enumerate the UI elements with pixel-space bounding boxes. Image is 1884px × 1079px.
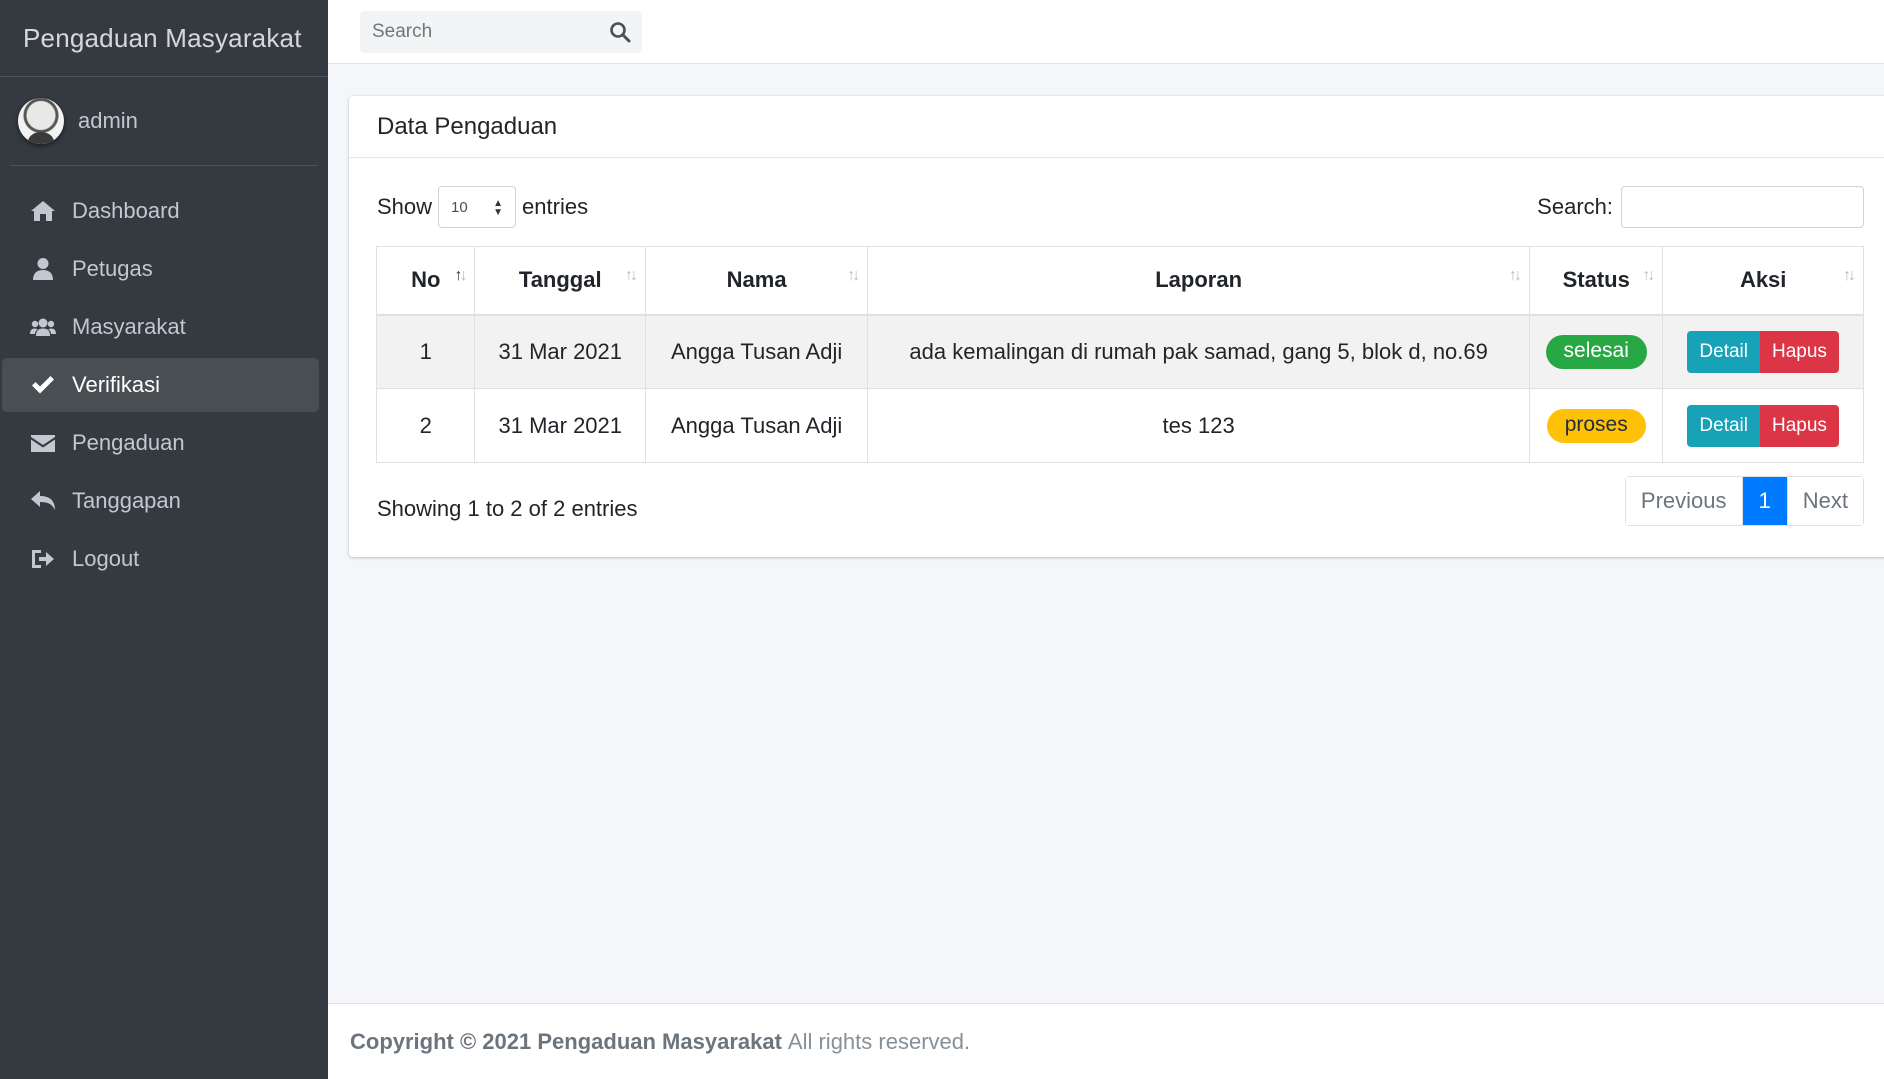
sort-icon: ↑↓ [1642,267,1655,284]
user-icon [28,257,58,281]
cell-nama: Angga Tusan Adji [645,314,869,389]
column-header-status[interactable]: Status ↑↓ [1529,246,1664,316]
cell-tanggal: 31 Mar 2021 [474,314,647,389]
pagination-page-1[interactable]: 1 [1741,477,1787,525]
select-arrows-icon: ▲ ▼ [493,198,504,218]
page-length-select[interactable]: 10 ▲ ▼ [438,186,517,228]
column-header-label: No [411,267,441,293]
page-length-control: Show 10 ▲ ▼ entries [377,186,588,228]
column-header-tanggal[interactable]: Tanggal ↑↓ [474,246,647,316]
action-buttons: Detail Hapus [1687,330,1839,373]
copyright-text: Copyright © 2021 Pengaduan Masyarakat [350,1028,782,1054]
page-length-value: 10 [451,198,468,216]
column-header-label: Status [1562,267,1630,293]
sort-icon: ↑↓ [1509,267,1522,284]
avatar [18,98,64,144]
column-header-label: Laporan [1155,267,1243,293]
cell-status: proses [1529,388,1664,463]
cell-no: 1 [375,314,476,389]
entries-label: entries [522,194,589,219]
cell-aksi: Detail Hapus [1662,388,1864,463]
user-name[interactable]: admin [78,108,138,134]
cell-laporan: tes 123 [867,388,1531,463]
detail-button[interactable]: Detail [1687,404,1760,447]
sidebar-item-label: Verifikasi [72,372,161,397]
users-icon [28,315,58,339]
hapus-button[interactable]: Hapus [1760,404,1839,447]
sort-icon: ↑↓ [1843,267,1856,284]
filter-label: Search: [1537,194,1613,219]
check-icon [28,373,58,397]
reply-icon [28,489,58,513]
data-card: Data Pengaduan Show 10 ▲ ▼ entries Search… [349,96,1884,557]
table-info: Showing 1 to 2 of 2 entries [377,496,638,521]
rights-text: All rights reserved. [787,1028,971,1054]
sidebar-item-logout[interactable]: Logout [2,532,319,586]
cell-laporan: ada kemalingan di rumah pak samad, gang … [867,314,1531,389]
brand-link[interactable]: Pengaduan Masyarakat [0,0,328,77]
sidebar-item-tanggapan[interactable]: Tanggapan [2,474,319,528]
top-navbar [328,0,1884,64]
sort-icon: ↑↓ [847,267,860,284]
sidebar-item-pengaduan[interactable]: Pengaduan [2,416,319,470]
home-icon [28,199,58,223]
brand-title: Pengaduan Masyarakat [23,22,302,53]
column-header-nama[interactable]: Nama ↑↓ [645,246,869,316]
navbar-search [360,11,642,53]
pagination-next[interactable]: Next [1786,477,1863,525]
cell-nama: Angga Tusan Adji [645,388,869,463]
card-header: Data Pengaduan [349,96,1884,158]
column-header-no[interactable]: No ↑↓ [375,246,476,316]
sidebar-nav: Dashboard Petugas Masyarakat Verifikasi … [0,184,328,586]
cell-status: selesai [1529,314,1664,389]
page-footer: Copyright © 2021 Pengaduan Masyarakat Al… [328,1003,1884,1079]
sidebar: Pengaduan Masyarakat admin Dashboard Pet… [0,0,328,1079]
envelope-icon [28,431,58,455]
data-table: No ↑↓ Tanggal ↑↓ Nama ↑↓ Laporan ↑↓ Status ↑↓… [375,246,1864,463]
sidebar-item-label: Tanggapan [72,488,181,513]
table-row: 1 31 Mar 2021 Angga Tusan Adji ada kemal… [375,314,1864,389]
status-badge: proses [1546,408,1646,443]
sidebar-item-masyarakat[interactable]: Masyarakat [2,300,319,354]
detail-button[interactable]: Detail [1687,330,1760,373]
user-panel: admin [10,77,318,166]
sort-asc-icon: ↑↓ [454,267,467,284]
table-search-input[interactable] [1621,186,1864,228]
sidebar-item-verifikasi[interactable]: Verifikasi [2,358,319,412]
navbar-search-input[interactable] [360,12,600,52]
card-title: Data Pengaduan [377,112,558,140]
cell-aksi: Detail Hapus [1662,314,1864,389]
table-row: 2 31 Mar 2021 Angga Tusan Adji tes 123 p… [375,388,1864,463]
column-header-laporan[interactable]: Laporan ↑↓ [867,246,1531,316]
pagination-previous[interactable]: Previous [1625,477,1742,525]
column-header-aksi[interactable]: Aksi ↑↓ [1662,246,1864,316]
action-buttons: Detail Hapus [1687,404,1839,447]
hapus-button[interactable]: Hapus [1760,330,1839,373]
cell-tanggal: 31 Mar 2021 [474,388,647,463]
sign-out-icon [28,547,58,571]
status-badge: selesai [1545,334,1647,369]
sidebar-item-label: Petugas [72,256,153,281]
sort-icon: ↑↓ [625,267,638,284]
pagination: Previous 1 Next [1624,476,1864,526]
column-header-label: Nama [726,267,787,293]
search-icon[interactable] [608,20,632,44]
table-filter: Search: [1537,186,1864,228]
column-header-label: Tanggal [518,267,602,293]
column-header-label: Aksi [1739,267,1787,293]
show-label: Show [377,194,433,219]
sidebar-item-petugas[interactable]: Petugas [2,242,319,296]
sidebar-item-label: Dashboard [72,198,180,223]
sidebar-item-label: Logout [72,546,140,571]
sidebar-item-label: Masyarakat [72,314,186,339]
cell-no: 2 [375,388,476,463]
sidebar-item-dashboard[interactable]: Dashboard [2,184,319,238]
sidebar-item-label: Pengaduan [72,430,185,455]
